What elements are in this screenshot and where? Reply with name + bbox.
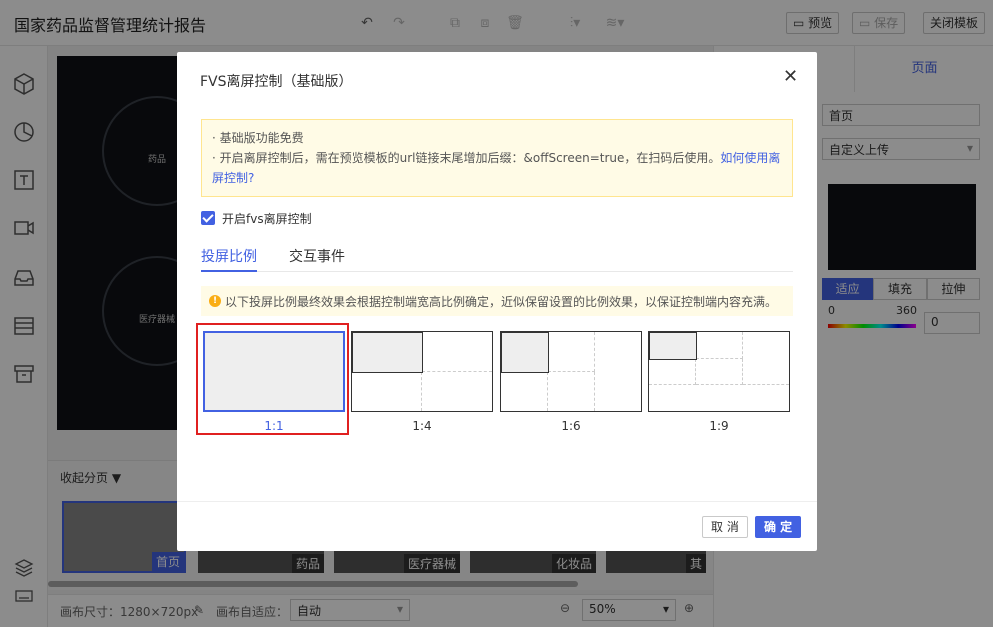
ratio-highlight <box>352 332 423 373</box>
ratio-label: 1:9 <box>709 419 729 433</box>
ratio-option-1-9[interactable] <box>648 331 790 412</box>
info-text: 以下投屏比例最终效果会根据控制端宽高比例确定，近似保留设置的比例效果，以保证控制… <box>225 294 778 309</box>
offscreen-control-modal: FVS离屏控制（基础版） ✕ · 基础版功能免费 · 开启离屏控制后，需在预览模… <box>177 52 817 551</box>
tab-interaction[interactable]: 交互事件 <box>289 246 345 272</box>
notice-text: · 开启离屏控制后，需在预览模板的url链接末尾增加后缀：&offScreen=… <box>212 151 721 165</box>
ratio-option-1-6[interactable] <box>500 331 642 412</box>
ratio-highlight <box>649 332 697 360</box>
enable-offscreen-row[interactable]: 开启fvs离屏控制 <box>201 210 312 226</box>
close-icon[interactable]: ✕ <box>783 68 798 86</box>
ratio-option-1-4[interactable] <box>351 331 493 412</box>
modal-tabs: 投屏比例 交互事件 <box>201 244 793 272</box>
enable-offscreen-checkbox[interactable] <box>201 211 215 225</box>
ratio-label: 1:4 <box>412 419 432 433</box>
tab-ratio[interactable]: 投屏比例 <box>201 246 257 272</box>
ratio-label: 1:6 <box>561 419 581 433</box>
modal-title: FVS离屏控制（基础版） <box>200 74 353 90</box>
warning-icon: ! <box>209 295 221 307</box>
enable-offscreen-label: 开启fvs离屏控制 <box>222 211 312 226</box>
info-bar: ! 以下投屏比例最终效果会根据控制端宽高比例确定，近似保留设置的比例效果，以保证… <box>201 286 793 316</box>
selection-outline <box>196 323 349 435</box>
notice-line: · 开启离屏控制后，需在预览模板的url链接末尾增加后缀：&offScreen=… <box>212 148 782 188</box>
notice-line: · 基础版功能免费 <box>212 131 304 145</box>
confirm-button[interactable]: 确 定 <box>755 516 802 538</box>
notice-box: · 基础版功能免费 · 开启离屏控制后，需在预览模板的url链接末尾增加后缀：&… <box>201 119 793 197</box>
ratio-highlight <box>501 332 549 373</box>
cancel-button[interactable]: 取 消 <box>702 516 748 538</box>
